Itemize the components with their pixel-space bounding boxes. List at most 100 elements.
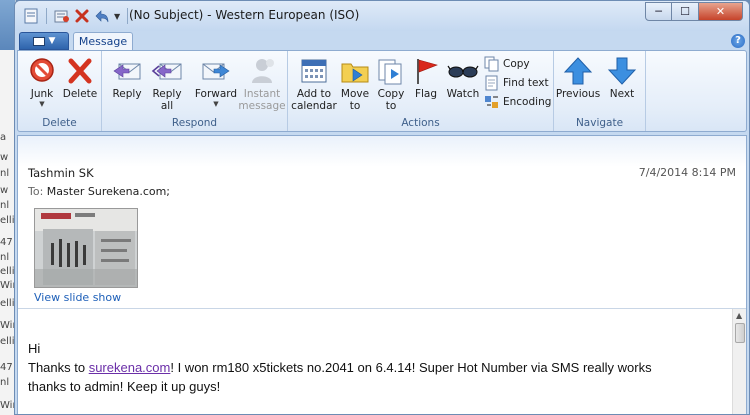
- delete-label: Delete: [62, 88, 98, 100]
- ribbon-group-actions: Add to calendar Move to Copy to Flag Wat…: [288, 51, 554, 131]
- window-controls: ─ ☐ ✕: [645, 2, 743, 21]
- ribbon-tab-row: ▼ Message ?: [15, 31, 749, 51]
- to-label: To:: [28, 185, 44, 198]
- document-icon: [32, 36, 45, 46]
- delete-icon: [68, 58, 92, 84]
- move-folder-icon: [341, 63, 369, 83]
- lottery-ticket-photo: [35, 209, 137, 287]
- instant-message-label-line2: message: [238, 100, 286, 112]
- instant-message-button[interactable]: Instant message: [238, 55, 286, 112]
- surekena-link[interactable]: surekena.com: [89, 360, 171, 375]
- maximize-button[interactable]: ☐: [672, 2, 699, 21]
- recipient-value[interactable]: Master Surekena.com;: [47, 185, 170, 198]
- quick-access-toolbar: ▼: [23, 8, 131, 24]
- forward-label: Forward: [194, 88, 238, 100]
- message-window-icon[interactable]: [23, 8, 39, 24]
- ribbon: Junk ▼ Delete Delete Reply Reply all For…: [17, 50, 747, 132]
- encoding-label: Encoding: [503, 96, 552, 108]
- reply-quick-icon[interactable]: [94, 8, 110, 24]
- forward-button[interactable]: Forward ▼: [194, 55, 238, 108]
- flag-button[interactable]: Flag: [410, 55, 442, 100]
- encoding-icon: [485, 96, 498, 108]
- copy-to-button[interactable]: Copy to: [374, 55, 408, 112]
- forward-icon: [202, 63, 230, 80]
- junk-dropdown-arrow: ▼: [39, 100, 45, 108]
- bg-fragment: a: [0, 132, 7, 143]
- junk-button[interactable]: Junk ▼: [26, 55, 58, 108]
- attachment-thumbnail[interactable]: [34, 208, 138, 288]
- instant-message-label-line1: Instant: [243, 88, 281, 100]
- reply-all-button[interactable]: Reply all: [148, 55, 186, 112]
- find-text-label: Find text: [503, 77, 549, 89]
- recipient-row: To: Master Surekena.com;: [28, 185, 170, 198]
- junk-icon: [30, 58, 54, 82]
- delete-button[interactable]: Delete: [62, 55, 98, 100]
- chevron-down-icon: ▼: [48, 36, 56, 46]
- body-scrollbar[interactable]: ▲: [732, 309, 746, 414]
- reply-all-label-line1: Reply: [152, 88, 182, 100]
- add-to-calendar-label-line1: Add to: [296, 88, 332, 100]
- flag-icon: [417, 59, 438, 84]
- group-label-navigate: Navigate: [575, 117, 624, 129]
- copy-label: Copy: [503, 58, 530, 70]
- arrow-up-icon: [563, 57, 593, 85]
- window-title: (No Subject) - Western European (ISO): [129, 8, 360, 22]
- bg-fragment: w: [0, 185, 9, 196]
- body-greeting: Hi: [28, 341, 41, 356]
- message-pane: Tashmin SK 7/4/2014 8:14 PM To: Master S…: [17, 135, 747, 414]
- help-icon[interactable]: ?: [731, 34, 745, 48]
- move-to-label-line2: to: [349, 100, 361, 112]
- bg-fragment: 47: [0, 237, 13, 248]
- copy-to-icon: [378, 59, 402, 85]
- body-line-2: thanks to admin! Keep it up guys!: [28, 379, 221, 394]
- scroll-thumb[interactable]: [735, 323, 745, 343]
- delete-quick-icon[interactable]: [74, 8, 90, 24]
- copy-button[interactable]: Copy: [484, 55, 530, 73]
- toolbar-separator: [127, 8, 129, 24]
- bg-fragment: nl: [0, 377, 10, 388]
- view-slide-show-link[interactable]: View slide show: [34, 291, 121, 304]
- group-label-delete: Delete: [42, 117, 77, 129]
- add-to-calendar-button[interactable]: Add to calendar: [291, 55, 337, 112]
- message-window: ▼ (No Subject) - Western European (ISO) …: [14, 0, 750, 415]
- body-line-1: Thanks to surekena.com! I won rm180 x5ti…: [28, 358, 734, 377]
- previous-label: Previous: [555, 88, 601, 100]
- encoding-button[interactable]: Encoding: [484, 93, 551, 111]
- copy-icon: [484, 56, 499, 72]
- find-text-button[interactable]: Find text: [484, 74, 549, 92]
- reply-label: Reply: [112, 88, 142, 100]
- previous-button[interactable]: Previous: [556, 55, 600, 100]
- instant-message-icon: [252, 59, 274, 83]
- bg-fragment: nl: [0, 168, 10, 179]
- bg-fragment: elli: [0, 336, 15, 347]
- bg-fragment: 47: [0, 362, 13, 373]
- close-button[interactable]: ✕: [699, 2, 743, 21]
- find-text-icon: [485, 75, 498, 91]
- junk-label: Junk: [30, 88, 54, 100]
- bg-fragment: elli: [0, 298, 15, 309]
- copy-to-label-line2: to: [385, 100, 397, 112]
- reply-button[interactable]: Reply: [108, 55, 146, 100]
- add-to-calendar-label-line2: calendar: [291, 100, 337, 112]
- next-button[interactable]: Next: [602, 55, 642, 100]
- toolbar-separator: [46, 8, 47, 24]
- copy-to-label-line1: Copy: [377, 88, 405, 100]
- bg-fragment: nl: [0, 252, 10, 263]
- next-label: Next: [609, 88, 635, 100]
- reply-icon: [113, 63, 141, 80]
- application-menu-button[interactable]: ▼: [19, 32, 69, 50]
- customize-toolbar-arrow[interactable]: ▼: [114, 12, 120, 21]
- message-header: Tashmin SK 7/4/2014 8:14 PM To: Master S…: [18, 136, 746, 309]
- ribbon-group-delete: Junk ▼ Delete Delete: [18, 51, 102, 131]
- bg-fragment: w: [0, 152, 9, 163]
- scroll-up-arrow[interactable]: ▲: [736, 311, 742, 320]
- minimize-button[interactable]: ─: [645, 2, 672, 21]
- bg-fragment: nl: [0, 200, 10, 211]
- watch-label: Watch: [446, 88, 480, 100]
- move-to-label-line1: Move: [340, 88, 370, 100]
- watch-button[interactable]: Watch: [444, 55, 482, 100]
- move-to-button[interactable]: Move to: [338, 55, 372, 112]
- tab-message[interactable]: Message: [73, 32, 133, 51]
- arrow-down-icon: [607, 57, 637, 85]
- junk-quick-icon[interactable]: [54, 8, 70, 24]
